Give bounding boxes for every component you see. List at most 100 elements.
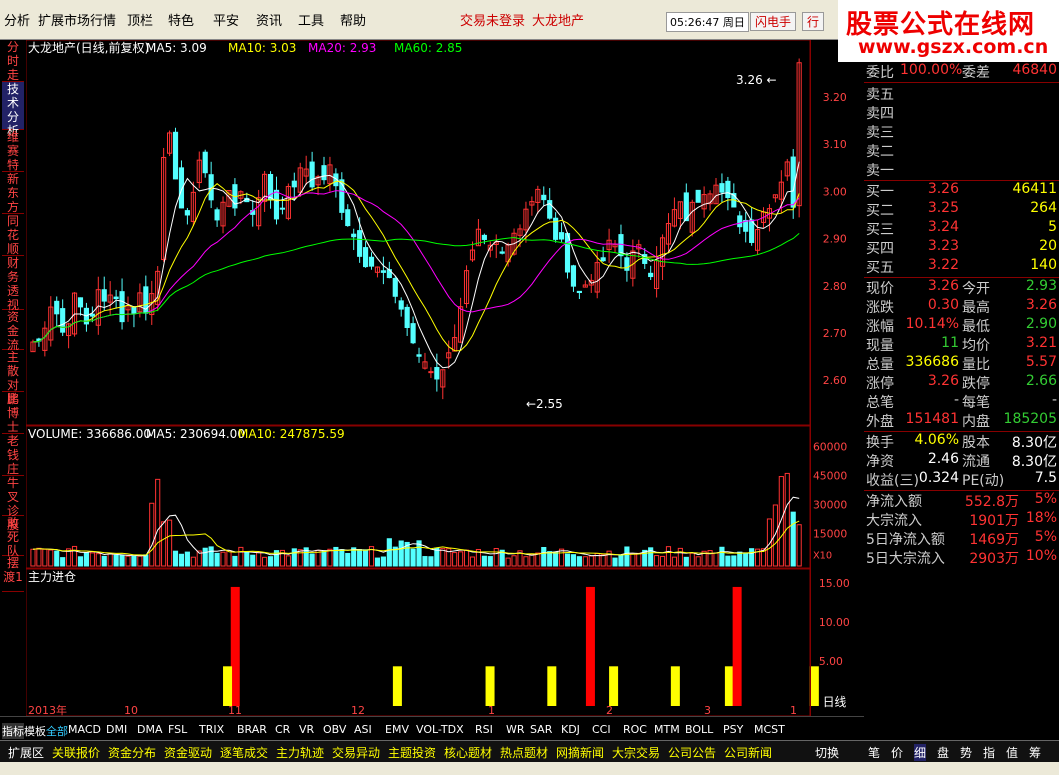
left-tab-5[interactable]: 财务透视	[2, 256, 24, 312]
menu-help[interactable]: 帮助	[340, 10, 366, 29]
volume-bar	[398, 540, 404, 567]
bottom-tab-12[interactable]: 公司公告	[668, 744, 716, 761]
indicator-tab-24[interactable]: MCST	[754, 723, 785, 736]
left-tab-3[interactable]: 新东方	[2, 172, 24, 214]
bottom-tab-1[interactable]: 关联报价	[52, 744, 100, 761]
volume-bar	[463, 549, 470, 567]
menu-pingan[interactable]: 平安	[213, 10, 239, 29]
indicator-tab-8[interactable]: BRAR	[237, 723, 267, 736]
left-tab-10[interactable]: 牛叉诊股	[2, 476, 24, 532]
right-tab-7[interactable]: 筹	[1029, 744, 1041, 761]
indicator-tab-3[interactable]: MACD	[68, 723, 101, 736]
volume-bar	[564, 553, 571, 567]
bottom-tab-9[interactable]: 热点题材	[500, 744, 548, 761]
left-tab-11[interactable]: 敢死队	[2, 516, 24, 558]
indicator-tab-22[interactable]: BOLL	[685, 723, 713, 736]
indicator-tab-6[interactable]: FSL	[168, 723, 187, 736]
menu-topbar[interactable]: 顶栏	[127, 10, 153, 29]
indicator-tab-19[interactable]: CCI	[592, 723, 611, 736]
right-tab-2[interactable]: 细	[914, 744, 927, 761]
indicator-tab-20[interactable]: ROC	[623, 723, 647, 736]
candle-body	[184, 210, 190, 216]
right-tab-3[interactable]: 盘	[937, 744, 949, 761]
price-tick: 2.90	[823, 233, 847, 246]
period-label[interactable]: 日线	[823, 695, 847, 709]
menu-analysis[interactable]: 分析	[4, 10, 30, 29]
volume-bar	[749, 548, 755, 567]
stat-label: 外盘	[866, 414, 894, 430]
bottom-tab-10[interactable]: 网摘新闻	[556, 744, 604, 761]
candle-body	[725, 180, 731, 199]
left-tab-8[interactable]: 鹏博士	[2, 392, 24, 434]
indicator-tab-18[interactable]: KDJ	[561, 723, 580, 736]
candle-body	[357, 230, 363, 257]
bottom-tab-8[interactable]: 核心题材	[444, 744, 492, 761]
stat-value: 3.21	[1025, 335, 1057, 351]
volume-bar	[202, 547, 208, 567]
volume-bar	[624, 546, 630, 567]
trade-button[interactable]: 行	[802, 12, 825, 31]
indicator-tab-5[interactable]: DMA	[137, 723, 163, 736]
indicator-tab-17[interactable]: SAR	[530, 723, 552, 736]
weibi-label: 委比	[866, 65, 894, 81]
volume-bar	[659, 555, 666, 567]
volume-bar	[683, 556, 689, 567]
indicator-tab-0[interactable]: 指标	[2, 723, 24, 739]
bottom-tab-7[interactable]: 主题投资	[388, 744, 436, 761]
left-tab-4[interactable]: 同花顺	[2, 214, 24, 256]
signal-bar	[485, 666, 495, 706]
volume-bar	[743, 552, 749, 567]
high-marker: 3.26 ←	[736, 73, 777, 87]
right-tab-6[interactable]: 值	[1006, 744, 1018, 761]
indicator-tab-10[interactable]: VR	[299, 723, 314, 736]
bottom-tab-3[interactable]: 资金驱动	[164, 744, 212, 761]
left-tab-2[interactable]: 维赛特	[2, 130, 24, 172]
left-tab-7[interactable]: 主散对比	[2, 350, 24, 406]
bottom-tab-2[interactable]: 资金分布	[108, 744, 156, 761]
bottom-tab-4[interactable]: 逐笔成交	[220, 744, 268, 761]
menu-special[interactable]: 特色	[168, 10, 194, 29]
left-tab-0[interactable]: 分时走势	[2, 40, 24, 96]
bottom-tab-13[interactable]: 公司新闻	[724, 744, 772, 761]
bottom-tab-6[interactable]: 交易异动	[332, 744, 380, 761]
trade-status[interactable]: 交易未登录	[460, 10, 525, 29]
indicator-tab-14[interactable]: VOL-TDX	[416, 723, 464, 736]
flash-trade-button[interactable]: 闪电手	[750, 12, 797, 31]
menu-tools[interactable]: 工具	[298, 10, 324, 29]
indicator-tab-16[interactable]: WR	[506, 723, 525, 736]
indicator-tab-12[interactable]: ASI	[354, 723, 372, 736]
chart-area[interactable]: 大龙地产(日线,前复权)MA5: 3.09 MA10: 3.03 MA20: 2.9…	[26, 40, 836, 716]
indicator-tab-23[interactable]: PSY	[723, 723, 743, 736]
volume-bar	[713, 552, 719, 567]
indicator-tab-4[interactable]: DMI	[106, 723, 127, 736]
left-tab-12[interactable]: 摆渡1	[2, 556, 24, 592]
bottom-tab-5[interactable]: 主力轨迹	[276, 744, 324, 761]
right-tab-0[interactable]: 笔	[868, 744, 880, 761]
indicator-tab-15[interactable]: RSI	[475, 723, 493, 736]
right-tab-1[interactable]: 价	[891, 744, 903, 761]
stat-value: 151481	[905, 411, 959, 427]
left-tab-6[interactable]: 资金流	[2, 310, 24, 352]
stat-row: 总量 336686 量比 5.57	[864, 354, 1059, 373]
indicator-tab-7[interactable]: TRIX	[199, 723, 224, 736]
menu-info[interactable]: 资讯	[256, 10, 282, 29]
right-tab-5[interactable]: 指	[983, 744, 995, 761]
indicator-tab-11[interactable]: OBV	[323, 723, 346, 736]
x-axis-label: 1	[488, 704, 495, 716]
right-tab-4[interactable]: 势	[960, 744, 972, 761]
menu-ext-market[interactable]: 扩展市场行情	[38, 10, 116, 29]
sell-row: 卖一	[864, 160, 1059, 179]
indicator-tab-21[interactable]: MTM	[654, 723, 680, 736]
indicator-tab-13[interactable]: EMV	[385, 723, 409, 736]
fund-value: 7.5	[1034, 470, 1057, 486]
sell-label: 卖四	[866, 106, 894, 122]
indicator-tab-2[interactable]: 全部	[46, 723, 68, 739]
bottom-tab-11[interactable]: 大宗交易	[612, 744, 660, 761]
volume-bar	[452, 552, 458, 567]
switch-button[interactable]: 切换	[815, 744, 839, 761]
indicator-tab-9[interactable]: CR	[275, 723, 290, 736]
left-tab-9[interactable]: 老钱庄	[2, 434, 24, 476]
left-tab-1[interactable]: 技术分析	[2, 82, 24, 138]
indicator-tab-1[interactable]: 模板	[24, 723, 46, 739]
bottom-tab-0[interactable]: 扩展区	[8, 744, 44, 761]
